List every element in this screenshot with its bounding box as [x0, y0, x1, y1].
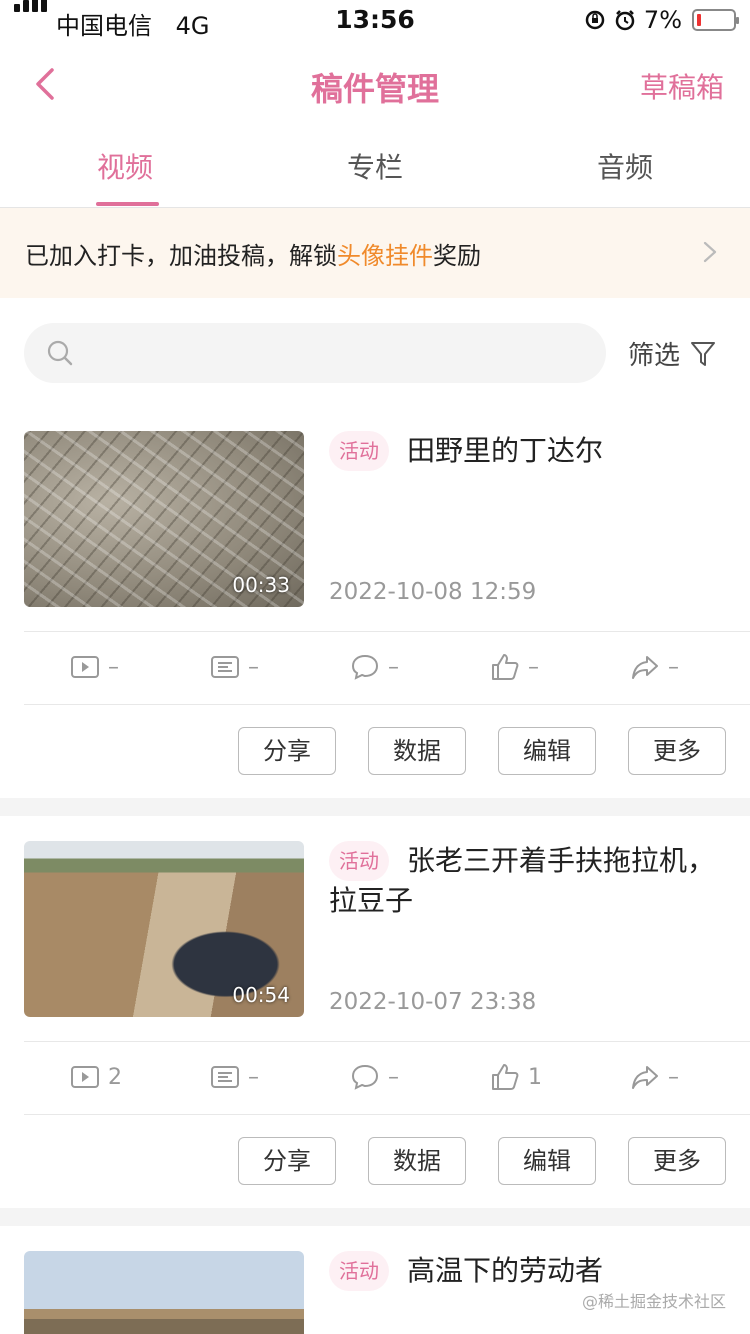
danmaku-stat[interactable]: – — [210, 652, 259, 682]
edit-button[interactable]: 编辑 — [498, 1137, 596, 1185]
status-bar: 中国电信 4G 13:56 7% — [0, 0, 750, 40]
plays-count: 2 — [108, 1064, 122, 1090]
more-button[interactable]: 更多 — [628, 1137, 726, 1185]
video-stats: – – – – – — [24, 631, 750, 705]
more-button[interactable]: 更多 — [628, 727, 726, 775]
danmaku-icon — [211, 656, 239, 678]
play-icon — [71, 656, 99, 678]
video-date: 2022-10-07 23:38 — [329, 989, 537, 1015]
banner-text-after: 奖励 — [433, 242, 481, 270]
video-thumbnail[interactable] — [24, 1251, 304, 1334]
card-divider — [0, 798, 750, 816]
video-duration: 00:33 — [232, 573, 290, 597]
thumbs-up-icon — [492, 1064, 519, 1090]
danmaku-stat[interactable]: – — [210, 1062, 259, 1092]
comment-icon — [351, 1064, 379, 1090]
share-icon — [632, 656, 658, 679]
danmaku-icon — [211, 1066, 239, 1088]
share-icon — [632, 1066, 658, 1089]
video-duration: 00:54 — [232, 983, 290, 1007]
plays-count: – — [108, 654, 119, 680]
chevron-right-icon — [703, 241, 717, 263]
rotation-lock-icon — [585, 10, 605, 30]
banner-highlight: 头像挂件 — [337, 242, 433, 270]
status-right: 7% — [584, 6, 739, 34]
plays-stat[interactable]: 2 — [70, 1062, 122, 1092]
plays-stat[interactable]: – — [70, 652, 119, 682]
checkin-banner[interactable]: 已加入打卡，加油投稿，解锁头像挂件奖励 — [0, 208, 750, 298]
search-icon — [47, 340, 73, 366]
watermark: @稀土掘金技术社区 — [581, 1292, 726, 1311]
shares-stat[interactable]: – — [630, 652, 679, 682]
likes-stat[interactable]: – — [490, 652, 539, 682]
video-thumbnail[interactable]: 00:54 — [24, 841, 304, 1017]
comments-stat[interactable]: – — [350, 1062, 399, 1092]
danmaku-count: – — [248, 654, 259, 680]
card-divider — [0, 1208, 750, 1226]
alarm-icon — [615, 10, 635, 31]
video-actions: 分享 数据 编辑 更多 — [0, 727, 750, 775]
shares-stat[interactable]: – — [630, 1062, 679, 1092]
funnel-icon — [691, 341, 716, 366]
tab-column[interactable]: 专栏 — [250, 146, 500, 186]
shares-count: – — [668, 654, 679, 680]
video-title[interactable]: 高温下的劳动者 — [329, 1251, 725, 1291]
video-title[interactable]: 张老三开着手扶拖拉机，拉豆子 — [329, 841, 725, 921]
drafts-button[interactable]: 草稿箱 — [640, 66, 724, 106]
content-type-tabs: 视频 专栏 音频 — [0, 128, 750, 208]
filter-button[interactable]: 筛选 — [628, 335, 716, 372]
battery-icon — [692, 9, 739, 31]
battery-percent: 7% — [643, 6, 682, 34]
likes-stat[interactable]: 1 — [490, 1062, 542, 1092]
video-date: 2022-10-08 12:59 — [329, 579, 537, 605]
likes-count: 1 — [528, 1064, 542, 1090]
filter-label: 筛选 — [628, 341, 681, 371]
tab-audio[interactable]: 音频 — [500, 146, 750, 186]
comments-count: – — [388, 654, 399, 680]
edit-button[interactable]: 编辑 — [498, 727, 596, 775]
video-stats: 2 – – 1 – — [24, 1041, 750, 1115]
likes-count: – — [528, 654, 539, 680]
thumbs-up-icon — [492, 654, 519, 680]
nav-bar: 稿件管理 草稿箱 — [0, 40, 750, 128]
play-icon — [71, 1066, 99, 1088]
search-input[interactable] — [84, 333, 584, 373]
search-box[interactable] — [24, 323, 606, 383]
video-actions: 分享 数据 编辑 更多 — [0, 1137, 750, 1185]
share-button[interactable]: 分享 — [238, 727, 336, 775]
comments-stat[interactable]: – — [350, 652, 399, 682]
active-tab-indicator — [96, 202, 159, 206]
comments-count: – — [388, 1064, 399, 1090]
tab-video[interactable]: 视频 — [0, 146, 250, 186]
page-title: 稿件管理 — [310, 70, 439, 108]
comment-icon — [351, 654, 379, 680]
banner-text: 已加入打卡，加油投稿，解锁头像挂件奖励 — [25, 236, 481, 271]
data-button[interactable]: 数据 — [368, 727, 466, 775]
banner-text-before: 已加入打卡，加油投稿，解锁 — [25, 242, 337, 270]
video-title[interactable]: 田野里的丁达尔 — [329, 431, 725, 471]
video-thumbnail[interactable]: 00:33 — [24, 431, 304, 607]
danmaku-count: – — [248, 1064, 259, 1090]
data-button[interactable]: 数据 — [368, 1137, 466, 1185]
share-button[interactable]: 分享 — [238, 1137, 336, 1185]
shares-count: – — [668, 1064, 679, 1090]
